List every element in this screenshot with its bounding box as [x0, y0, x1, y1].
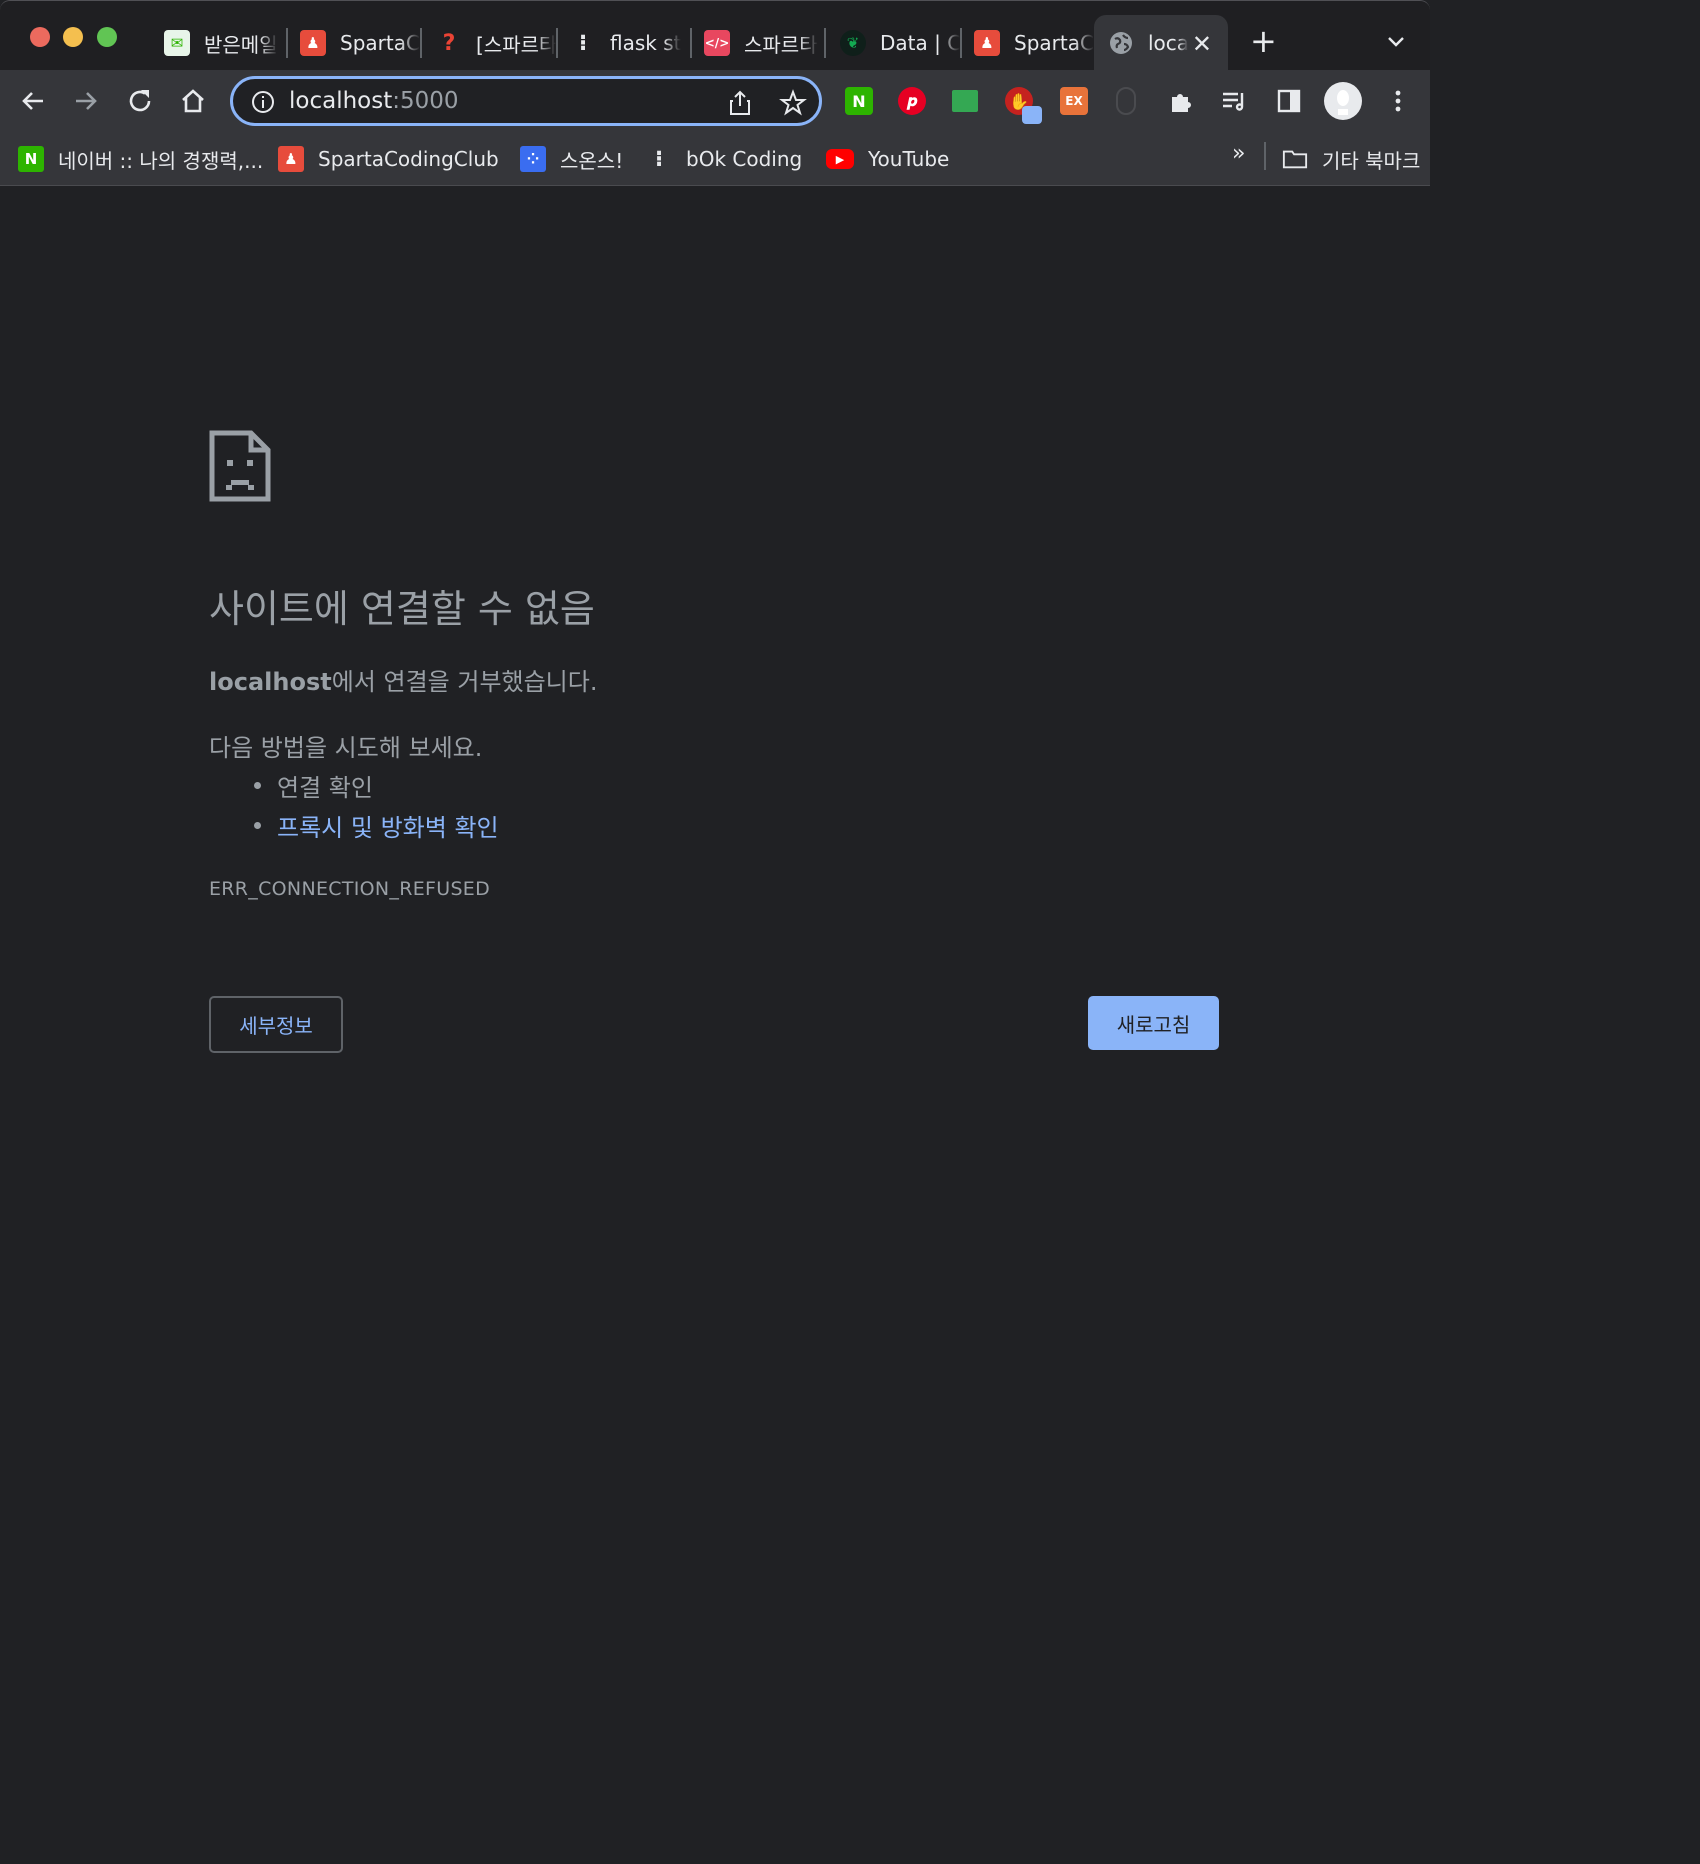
tab-localhost[interactable]: loca ✕ — [1094, 15, 1228, 71]
tab-label: 받은메일 — [204, 32, 278, 57]
error-title: 사이트에 연결할 수 없음 — [209, 587, 595, 631]
share-icon[interactable] — [727, 89, 753, 117]
tab-sparta-2[interactable]: </> 스파르타 — [690, 15, 824, 71]
mail-icon: ✉ — [164, 30, 190, 56]
bullet — [254, 822, 261, 829]
close-tab-icon[interactable]: ✕ — [1192, 30, 1212, 58]
suggestion-link[interactable]: 프록시 및 방화벽 확인 — [277, 808, 499, 843]
minimize-window-button[interactable] — [63, 27, 83, 47]
url-host: localhost — [289, 88, 393, 114]
bookmark-label: SpartaCodingClub — [318, 147, 499, 171]
forward-icon[interactable] — [71, 86, 101, 116]
try-label: 다음 방법을 시도해 보세요. — [209, 734, 483, 762]
more-bookmarks-button[interactable]: » — [1232, 141, 1245, 166]
leaf-icon: ❦ — [840, 30, 866, 56]
side-panel-icon[interactable] — [1275, 87, 1303, 115]
reload-button[interactable]: 새로고침 — [1088, 996, 1219, 1050]
suggestion-check-proxy-firewall[interactable]: 프록시 및 방화벽 확인 — [254, 808, 499, 843]
url-port: :5000 — [392, 88, 459, 114]
tab-label: SpartaC — [340, 31, 420, 55]
extensions-puzzle-icon[interactable] — [1167, 87, 1195, 115]
tab-label: SpartaC — [1014, 31, 1094, 55]
bookmark-seons[interactable]: ⁘ 스온스! — [520, 142, 623, 176]
bookmark-youtube[interactable]: ▶ YouTube — [826, 142, 949, 176]
suggestion-check-connection: 연결 확인 — [254, 768, 373, 803]
bookmarks-bar: N 네이버 :: 나의 경쟁력,... ♟ SpartaCodingClub ⁘… — [0, 132, 1430, 186]
tab-label: Data | C — [880, 31, 960, 55]
tab-label: [스파르타 — [476, 32, 556, 57]
new-tab-button[interactable]: + — [1250, 25, 1277, 57]
bookmark-label: 스온스! — [560, 148, 624, 173]
tab-label: flask st — [610, 31, 682, 55]
bookmark-naver[interactable]: N 네이버 :: 나의 경쟁력,... — [18, 142, 263, 176]
bookmark-label: YouTube — [868, 147, 950, 171]
details-button[interactable]: 세부정보 — [209, 996, 343, 1053]
code-heart-icon: </> — [704, 30, 730, 56]
bookmark-label: bOk Coding — [686, 147, 803, 171]
chrome-menu-icon[interactable] — [1384, 87, 1412, 115]
bookmarks-divider — [1264, 142, 1266, 170]
extension-badge — [1022, 106, 1042, 124]
naver-extension-icon[interactable]: N — [845, 87, 873, 115]
dots-icon: ⁝ — [578, 30, 588, 56]
reload-icon[interactable] — [125, 86, 155, 116]
sparta-icon: ♟ — [278, 146, 304, 172]
tab-sparta-1[interactable]: ♟ SpartaC — [286, 15, 420, 71]
tab-strip: ✉ 받은메일 ♟ SpartaC ? [스파르타 ⁝ flask st </> … — [0, 0, 1430, 71]
tab-sparta-question[interactable]: ? [스파르타 — [422, 15, 556, 71]
browser-toolbar: localhost:5000 N 𝒑 ✋ EX — [0, 70, 1430, 132]
url-text[interactable]: localhost:5000 — [289, 88, 459, 114]
other-bookmarks-folder[interactable]: 기타 북마크 — [1282, 142, 1420, 176]
tab-data[interactable]: ❦ Data | C — [826, 15, 960, 71]
zoom-window-button[interactable] — [97, 27, 117, 47]
tab-label: loca — [1148, 31, 1188, 55]
pinterest-icon[interactable]: 𝒑 — [898, 87, 926, 115]
dots-icon: ⁝ — [654, 146, 664, 172]
tab-search-icon[interactable] — [1384, 29, 1408, 53]
bookmark-star-icon[interactable] — [779, 89, 807, 117]
tab-label: 스파르타 — [744, 32, 818, 57]
site-info-icon[interactable] — [251, 90, 275, 114]
ex-extension-icon[interactable]: EX — [1060, 87, 1088, 115]
folder-icon — [1282, 146, 1308, 172]
question-icon: ? — [442, 30, 456, 56]
back-icon[interactable] — [18, 86, 48, 116]
profile-avatar-icon[interactable] — [1324, 82, 1362, 120]
close-window-button[interactable] — [30, 27, 50, 47]
bookmark-label: 기타 북마크 — [1322, 148, 1421, 173]
bookmark-bok-coding[interactable]: ⁝ bOk Coding — [646, 142, 802, 176]
home-icon[interactable] — [178, 86, 208, 116]
mouse-icon[interactable] — [1116, 87, 1136, 115]
globe-icon — [1108, 30, 1134, 56]
address-bar[interactable]: localhost:5000 — [230, 76, 822, 126]
tab-mail[interactable]: ✉ 받은메일 — [150, 15, 286, 71]
sparta-icon: ♟ — [974, 30, 1000, 56]
error-host: localhost — [209, 668, 332, 696]
error-code: ERR_CONNECTION_REFUSED — [209, 878, 491, 900]
sad-file-icon — [209, 430, 271, 502]
reading-list-icon[interactable] — [1220, 87, 1248, 115]
tab-flask[interactable]: ⁝ flask st — [556, 15, 690, 71]
suggestion-text: 연결 확인 — [277, 774, 373, 802]
error-message-text: 에서 연결을 거부했습니다. — [331, 668, 598, 696]
bookmark-spartacodingclub[interactable]: ♟ SpartaCodingClub — [278, 142, 499, 176]
tab-sparta-3[interactable]: ♟ SpartaC — [960, 15, 1094, 71]
bookmark-label: 네이버 :: 나의 경쟁력,... — [58, 148, 264, 173]
youtube-icon: ▶ — [826, 149, 854, 169]
naver-icon: N — [18, 146, 44, 172]
screen-icon[interactable] — [952, 90, 978, 112]
error-message: localhost에서 연결을 거부했습니다. — [209, 662, 597, 697]
sparta-icon: ♟ — [300, 30, 326, 56]
app-icon: ⁘ — [520, 146, 546, 172]
bullet — [254, 782, 261, 789]
